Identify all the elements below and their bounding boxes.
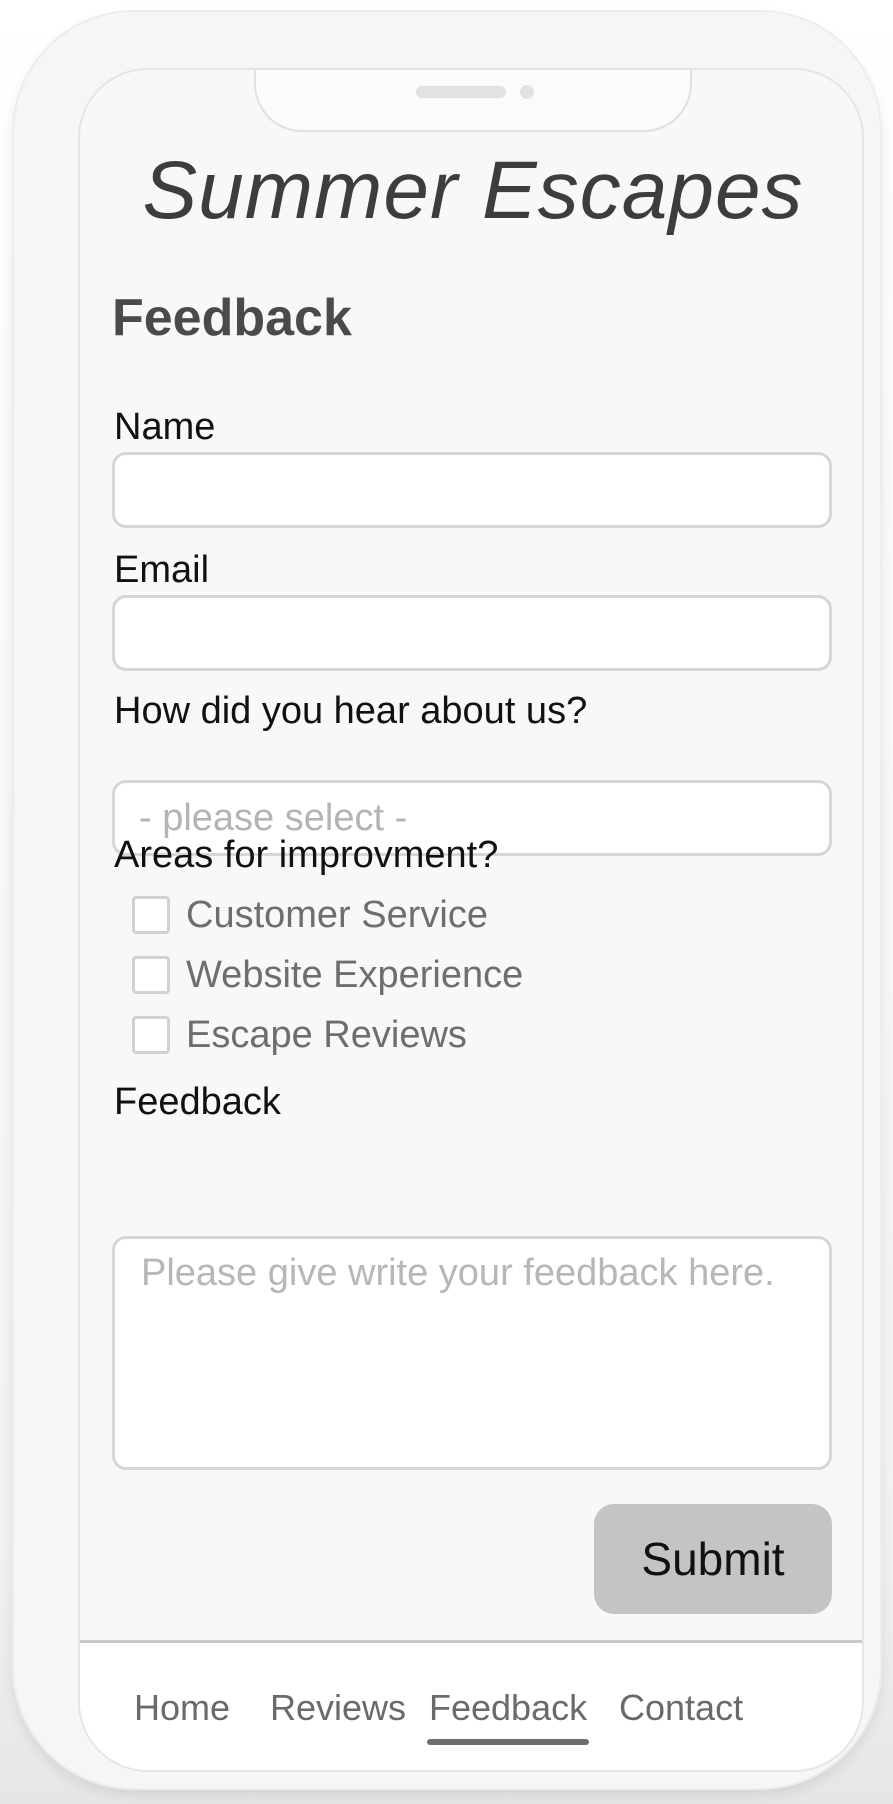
phone-frame: Summer Escapes Feedback Name Email How d… — [14, 12, 880, 1788]
feedback-textarea[interactable] — [112, 1236, 832, 1470]
phone-screen: Summer Escapes Feedback Name Email How d… — [78, 68, 864, 1772]
app-title: Summer Escapes — [142, 145, 804, 236]
name-field[interactable] — [112, 452, 832, 528]
submit-button[interactable]: Submit — [594, 1504, 832, 1614]
customer-service-checkbox[interactable] — [132, 896, 170, 934]
nav-item-feedback[interactable]: Feedback — [426, 1687, 590, 1745]
nav-item-contact[interactable]: Contact — [619, 1687, 743, 1729]
page-title: Feedback — [112, 289, 352, 347]
website-experience-checkbox[interactable] — [132, 956, 170, 994]
escape-reviews-label: Escape Reviews — [186, 1013, 467, 1056]
checkbox-website-experience-row[interactable]: Website Experience — [132, 952, 523, 998]
phone-notch — [254, 70, 692, 132]
front-camera — [520, 85, 534, 99]
email-field[interactable] — [112, 595, 832, 671]
nav-item-home[interactable]: Home — [134, 1687, 230, 1729]
device-mockup: Summer Escapes Feedback Name Email How d… — [0, 0, 893, 1804]
checkbox-customer-service-row[interactable]: Customer Service — [132, 892, 488, 938]
website-experience-label: Website Experience — [186, 953, 524, 996]
nav-item-reviews[interactable]: Reviews — [270, 1687, 406, 1729]
name-label: Name — [114, 406, 216, 448]
source-label: How did you hear about us? — [114, 690, 588, 732]
escape-reviews-checkbox[interactable] — [132, 1016, 170, 1054]
speaker-grille — [416, 86, 506, 98]
checkbox-escape-reviews-row[interactable]: Escape Reviews — [132, 1012, 467, 1058]
bottom-nav: Home Reviews Feedback Contact — [80, 1640, 862, 1770]
areas-label: Areas for improvment? — [114, 834, 499, 876]
feedback-label: Feedback — [114, 1081, 281, 1123]
customer-service-label: Customer Service — [186, 893, 488, 936]
email-label: Email — [114, 549, 210, 591]
